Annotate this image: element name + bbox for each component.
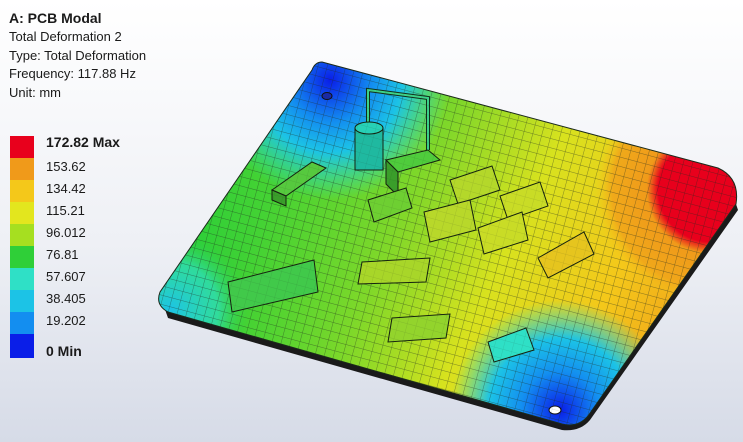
legend-color-swatch xyxy=(10,312,34,334)
legend-label: 134.42 xyxy=(46,181,86,196)
legend-color-swatch xyxy=(10,246,34,268)
result-type: Type: Total Deformation xyxy=(9,47,147,63)
legend-label: 153.62 xyxy=(46,159,86,174)
legend-label: 172.82 Max xyxy=(46,134,120,150)
analysis-title: A: PCB Modal xyxy=(9,10,102,26)
legend-label: 57.607 xyxy=(46,269,86,284)
legend-label: 38.405 xyxy=(46,291,86,306)
legend-label: 0 Min xyxy=(46,343,82,359)
legend-color-swatch xyxy=(10,268,34,290)
result-frequency: Frequency: 117.88 Hz xyxy=(9,66,136,81)
result-info-panel: A: PCB Modal Total Deformation 2 Type: T… xyxy=(9,9,146,102)
legend-color-swatch xyxy=(10,180,34,202)
legend-label: 76.81 xyxy=(46,247,79,262)
legend-color-swatch xyxy=(10,290,34,312)
legend-color-swatch xyxy=(10,334,34,358)
legend-color-swatch xyxy=(10,158,34,180)
legend-label: 19.202 xyxy=(46,313,86,328)
legend-color-swatch xyxy=(10,224,34,246)
legend-label: 96.012 xyxy=(46,225,86,240)
legend-color-swatch xyxy=(10,202,34,224)
result-unit: Unit: mm xyxy=(9,84,61,100)
legend-color-swatch xyxy=(10,136,34,158)
result-name: Total Deformation 2 xyxy=(9,29,122,44)
legend-label: 115.21 xyxy=(46,203,85,218)
